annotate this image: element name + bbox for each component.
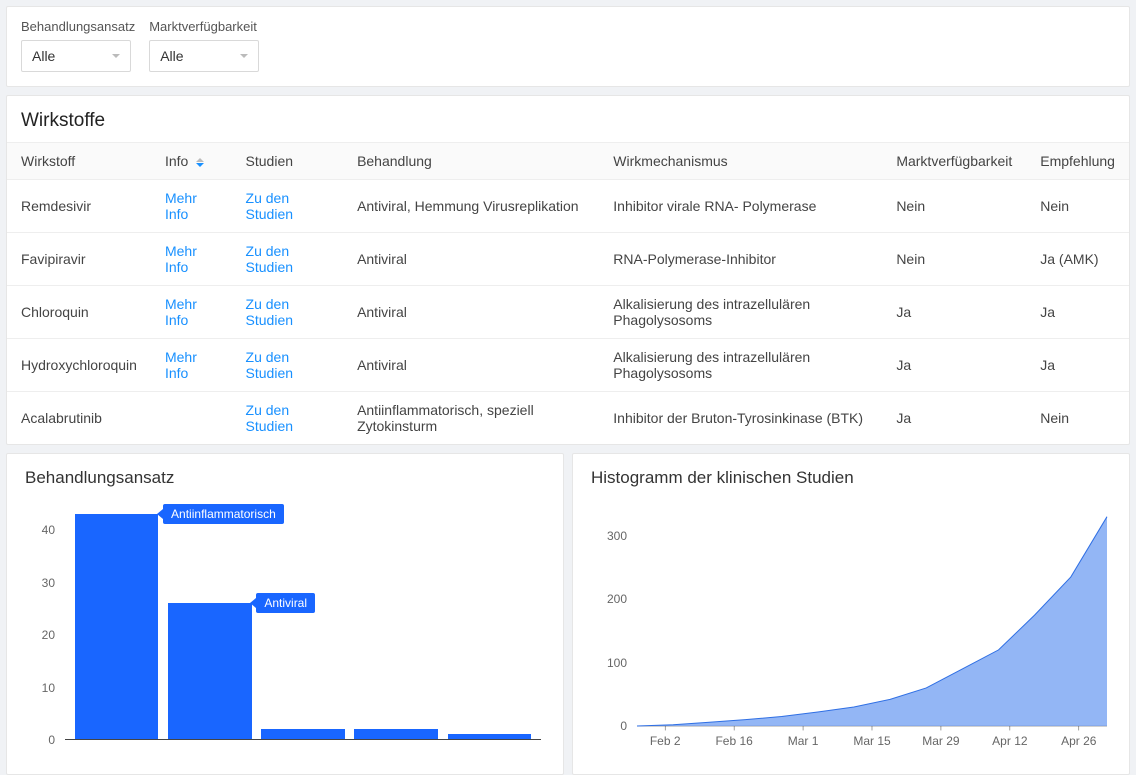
cell-markt: Nein <box>882 233 1026 286</box>
cell-empfehlung: Ja <box>1026 286 1129 339</box>
table-row: RemdesivirMehr InfoZu den StudienAntivir… <box>7 180 1129 233</box>
y-tick: 300 <box>607 529 627 543</box>
cell-behandlung: Antiviral <box>343 286 599 339</box>
area-y-axis: 0100200300 <box>591 504 633 726</box>
cell-wirkstoff: Chloroquin <box>7 286 151 339</box>
bar-plot: Antiinflammatorisch Antiviral <box>65 504 541 740</box>
area-fill <box>637 517 1107 726</box>
y-tick: 40 <box>42 523 55 537</box>
area-x-axis: Feb 2 Feb 16 Mar 1 Mar 15 Mar 29 Apr 12 Apr 26 <box>637 730 1107 756</box>
cell-empfehlung: Nein <box>1026 180 1129 233</box>
cell-wirkstoff: Favipiravir <box>7 233 151 286</box>
cell-markt: Nein <box>882 180 1026 233</box>
x-tick: Apr 12 <box>992 734 1027 748</box>
col-studien[interactable]: Studien <box>232 143 344 180</box>
chevron-down-icon <box>240 54 248 58</box>
cell-empfehlung: Ja (AMK) <box>1026 233 1129 286</box>
cell-wirkmechanismus: Alkalisierung des intrazellulären Phagol… <box>599 339 882 392</box>
y-tick: 10 <box>42 681 55 695</box>
chevron-down-icon <box>112 54 120 58</box>
cell-wirkstoff: Remdesivir <box>7 180 151 233</box>
cell-behandlung: Antiviral <box>343 339 599 392</box>
y-tick: 100 <box>607 656 627 670</box>
bar[interactable] <box>168 603 252 739</box>
table-row: ChloroquinMehr InfoZu den StudienAntivir… <box>7 286 1129 339</box>
filters-panel: Behandlungsansatz Alle Marktverfügbarkei… <box>6 6 1130 87</box>
cell-behandlung: Antiviral, Hemmung Virusreplikation <box>343 180 599 233</box>
x-tick: Apr 26 <box>1061 734 1096 748</box>
charts-row: Behandlungsansatz 0 10 20 30 40 Antiinflamma… <box>6 453 1130 775</box>
filter-treatment-select[interactable]: Alle <box>21 40 131 72</box>
bar[interactable] <box>354 729 438 739</box>
sort-icon <box>196 158 204 167</box>
table-row: HydroxychloroquinMehr InfoZu den Studien… <box>7 339 1129 392</box>
cell-behandlung: Antiinflammatorisch, speziell Zytokinstu… <box>343 392 599 445</box>
bar[interactable] <box>448 734 532 739</box>
x-tick: Mar 29 <box>922 734 959 748</box>
bar-y-axis: 010203040 <box>25 504 61 740</box>
bar-tooltip: Antiinflammatorisch <box>163 504 284 524</box>
filter-availability-label: Marktverfügbarkeit <box>149 19 259 34</box>
y-tick: 30 <box>42 576 55 590</box>
cell-studien-link[interactable]: Zu den Studien <box>232 233 344 286</box>
cell-wirkstoff: Hydroxychloroquin <box>7 339 151 392</box>
col-wirkstoff[interactable]: Wirkstoff <box>7 143 151 180</box>
wirkstoffe-panel: Wirkstoffe Wirkstoff Info Studien Behand… <box>6 95 1130 445</box>
y-tick: 0 <box>48 733 55 747</box>
wirkstoffe-table: Wirkstoff Info Studien Behandlung Wirkme… <box>7 142 1129 444</box>
col-marktverfugbarkeit[interactable]: Marktverfügbarkeit <box>882 143 1026 180</box>
cell-info-link[interactable]: Mehr Info <box>151 286 232 339</box>
filter-availability-value: Alle <box>160 48 183 64</box>
cell-behandlung: Antiviral <box>343 233 599 286</box>
filter-availability: Marktverfügbarkeit Alle <box>149 19 259 72</box>
bar-tooltip: Antiviral <box>256 593 315 613</box>
y-tick: 200 <box>607 592 627 606</box>
filter-treatment-label: Behandlungsansatz <box>21 19 135 34</box>
table-title: Wirkstoffe <box>7 96 1129 142</box>
x-tick: Mar 1 <box>788 734 819 748</box>
cell-info-link[interactable]: Mehr Info <box>151 180 232 233</box>
y-tick: 20 <box>42 628 55 642</box>
cell-studien-link[interactable]: Zu den Studien <box>232 392 344 445</box>
cell-markt: Ja <box>882 392 1026 445</box>
x-tick: Mar 15 <box>853 734 890 748</box>
filter-availability-select[interactable]: Alle <box>149 40 259 72</box>
cell-wirkmechanismus: Inhibitor virale RNA- Polymerase <box>599 180 882 233</box>
col-wirkmechanismus[interactable]: Wirkmechanismus <box>599 143 882 180</box>
filter-treatment-value: Alle <box>32 48 55 64</box>
cell-info-link <box>151 392 232 445</box>
bar-chart-area: 0 10 20 30 40 Antiinflammatorisch Antiviral <box>25 496 545 756</box>
area-chart-area: 0 100 200 300 Feb 2 Feb 16 Mar 1 Mar 15 Mar 29 A… <box>591 496 1111 756</box>
bar-chart-title: Behandlungsansatz <box>25 468 545 488</box>
table-header-row: Wirkstoff Info Studien Behandlung Wirkme… <box>7 143 1129 180</box>
cell-studien-link[interactable]: Zu den Studien <box>232 339 344 392</box>
table-row: FavipiravirMehr InfoZu den StudienAntivi… <box>7 233 1129 286</box>
filter-treatment: Behandlungsansatz Alle <box>21 19 135 72</box>
area-chart-title: Histogramm der klinischen Studien <box>591 468 1111 488</box>
cell-wirkstoff: Acalabrutinib <box>7 392 151 445</box>
cell-info-link[interactable]: Mehr Info <box>151 339 232 392</box>
bar-chart-panel: Behandlungsansatz 0 10 20 30 40 Antiinflamma… <box>6 453 564 775</box>
cell-wirkmechanismus: Inhibitor der Bruton-Tyrosinkinase (BTK) <box>599 392 882 445</box>
col-behandlung[interactable]: Behandlung <box>343 143 599 180</box>
cell-markt: Ja <box>882 339 1026 392</box>
area-chart-panel: Histogramm der klinischen Studien 0 100 20… <box>572 453 1130 775</box>
cell-empfehlung: Ja <box>1026 339 1129 392</box>
y-tick: 0 <box>620 719 627 733</box>
cell-wirkmechanismus: Alkalisierung des intrazellulären Phagol… <box>599 286 882 339</box>
cell-wirkmechanismus: RNA-Polymerase-Inhibitor <box>599 233 882 286</box>
x-tick: Feb 16 <box>715 734 752 748</box>
cell-empfehlung: Nein <box>1026 392 1129 445</box>
cell-studien-link[interactable]: Zu den Studien <box>232 286 344 339</box>
bar[interactable] <box>261 729 345 739</box>
cell-info-link[interactable]: Mehr Info <box>151 233 232 286</box>
col-info[interactable]: Info <box>151 143 232 180</box>
area-plot <box>637 504 1107 726</box>
cell-studien-link[interactable]: Zu den Studien <box>232 180 344 233</box>
table-row: Acalabrutinib Zu den StudienAntiinflammat… <box>7 392 1129 445</box>
x-tick: Feb 2 <box>650 734 681 748</box>
col-empfehlung[interactable]: Empfehlung <box>1026 143 1129 180</box>
bar[interactable] <box>75 514 159 739</box>
cell-markt: Ja <box>882 286 1026 339</box>
